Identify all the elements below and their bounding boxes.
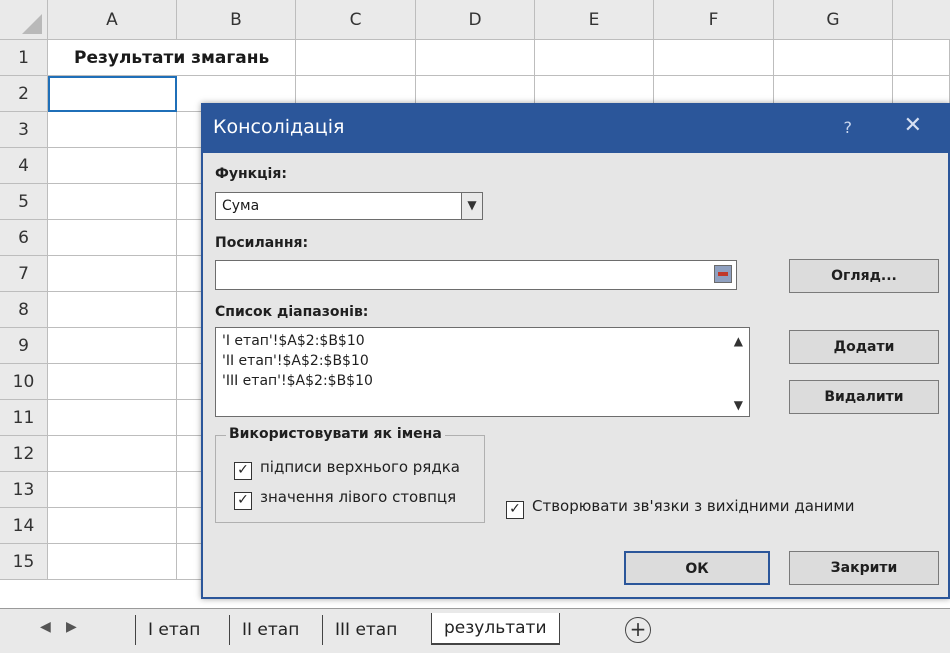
ranges-list[interactable]: 'I етап'!$A$2:$B$10 'II етап'!$A$2:$B$10… [215, 327, 750, 417]
reference-label: Посилання: [215, 235, 309, 251]
column-header-f[interactable]: F [654, 0, 774, 40]
reference-input[interactable] [215, 260, 737, 290]
row-header[interactable]: 4 [0, 148, 48, 184]
grid-cell[interactable] [48, 400, 177, 436]
create-links-label: Створювати зв'язки з вихідними даними [532, 497, 855, 515]
checkbox-checked-icon[interactable]: ✓ [234, 492, 252, 510]
grid-cell[interactable] [774, 40, 893, 76]
grid-cell[interactable] [48, 112, 177, 148]
range-picker-icon[interactable] [714, 265, 732, 283]
ok-button[interactable]: ОК [624, 551, 770, 585]
ranges-label: Список діапазонів: [215, 304, 369, 320]
grid-cell[interactable] [48, 184, 177, 220]
create-links-checkbox[interactable]: ✓ Створювати зв'язки з вихідними даними [506, 497, 855, 519]
column-header-e[interactable]: E [535, 0, 654, 40]
row-header[interactable]: 11 [0, 400, 48, 436]
dialog-title: Консолідація [213, 116, 345, 138]
row-header[interactable]: 12 [0, 436, 48, 472]
top-row-checkbox[interactable]: ✓ підписи верхнього рядка [234, 458, 460, 480]
add-button[interactable]: Додати [789, 330, 939, 364]
row-header[interactable]: 14 [0, 508, 48, 544]
select-all-icon [22, 14, 42, 34]
column-header-h[interactable] [893, 0, 950, 40]
tab-results[interactable]: результати [431, 613, 560, 645]
row-header[interactable]: 7 [0, 256, 48, 292]
row-header[interactable]: 8 [0, 292, 48, 328]
help-icon[interactable]: ? [844, 118, 853, 137]
grid-cell[interactable] [893, 40, 950, 76]
column-header-b[interactable]: B [177, 0, 296, 40]
checkbox-checked-icon[interactable]: ✓ [506, 501, 524, 519]
grid-cell[interactable] [48, 328, 177, 364]
close-button[interactable]: Закрити [789, 551, 939, 585]
row-header[interactable]: 15 [0, 544, 48, 580]
grid-cell[interactable] [48, 544, 177, 580]
checkbox-checked-icon[interactable]: ✓ [234, 462, 252, 480]
row-header[interactable]: 13 [0, 472, 48, 508]
dialog-title-bar[interactable]: Консолідація ? ✕ [203, 105, 948, 153]
function-label: Функція: [215, 166, 287, 182]
grid-cell[interactable] [48, 148, 177, 184]
use-labels-group: Використовувати як імена ✓ підписи верхнь… [215, 426, 485, 523]
tab-stage-2[interactable]: ІІ етап [229, 615, 311, 645]
column-header-c[interactable]: C [296, 0, 416, 40]
grid-cell[interactable] [48, 508, 177, 544]
grid-cell[interactable] [48, 256, 177, 292]
row-header[interactable]: 9 [0, 328, 48, 364]
function-value: Сума [222, 198, 260, 214]
function-select[interactable]: Сума ▼ [215, 192, 483, 220]
sheet-tab-bar: ◀ ▶ І етап ІІ етап ІІІ етап результати + [0, 608, 950, 653]
grid-cell[interactable] [48, 220, 177, 256]
tab-stage-1[interactable]: І етап [135, 615, 212, 645]
use-labels-legend: Використовувати як імена [226, 426, 445, 442]
tab-prev-icon[interactable]: ◀ [40, 619, 51, 635]
row-header[interactable]: 5 [0, 184, 48, 220]
grid-cell[interactable] [535, 40, 654, 76]
cell-a1-title[interactable]: Результати змагань [74, 40, 269, 76]
column-header-d[interactable]: D [416, 0, 535, 40]
column-header-g[interactable]: G [774, 0, 893, 40]
left-column-label: значення лівого стовпця [260, 488, 457, 506]
column-header-a[interactable]: A [48, 0, 177, 40]
tab-stage-3[interactable]: ІІІ етап [322, 615, 409, 645]
browse-button[interactable]: Огляд... [789, 259, 939, 293]
left-column-checkbox[interactable]: ✓ значення лівого стовпця [234, 488, 456, 510]
row-header[interactable]: 10 [0, 364, 48, 400]
grid-cell[interactable] [654, 40, 774, 76]
row-header[interactable]: 6 [0, 220, 48, 256]
grid-cell[interactable] [296, 40, 416, 76]
active-cell-a2[interactable] [48, 76, 177, 112]
grid-cell[interactable] [416, 40, 535, 76]
add-sheet-icon[interactable]: + [625, 617, 651, 643]
row-header[interactable]: 2 [0, 76, 48, 112]
tab-next-icon[interactable]: ▶ [66, 619, 77, 635]
list-item[interactable]: 'III етап'!$A$2:$B$10 [222, 373, 373, 389]
grid-cell[interactable] [48, 292, 177, 328]
chevron-down-icon[interactable]: ▼ [461, 192, 483, 220]
scroll-down-icon[interactable]: ▼ [734, 398, 743, 412]
top-row-label: підписи верхнього рядка [260, 458, 460, 476]
list-item[interactable]: 'II етап'!$A$2:$B$10 [222, 353, 369, 369]
grid-cell[interactable] [48, 436, 177, 472]
scroll-up-icon[interactable]: ▲ [734, 334, 743, 348]
close-icon[interactable]: ✕ [904, 113, 922, 138]
row-header[interactable]: 1 [0, 40, 48, 76]
row-header[interactable]: 3 [0, 112, 48, 148]
grid-cell[interactable] [48, 364, 177, 400]
consolidation-dialog: Консолідація ? ✕ Функція: Сума ▼ Посилан… [201, 103, 950, 599]
delete-button[interactable]: Видалити [789, 380, 939, 414]
grid-cell[interactable] [48, 472, 177, 508]
list-item[interactable]: 'I етап'!$A$2:$B$10 [222, 333, 365, 349]
select-all-corner[interactable] [0, 0, 48, 40]
